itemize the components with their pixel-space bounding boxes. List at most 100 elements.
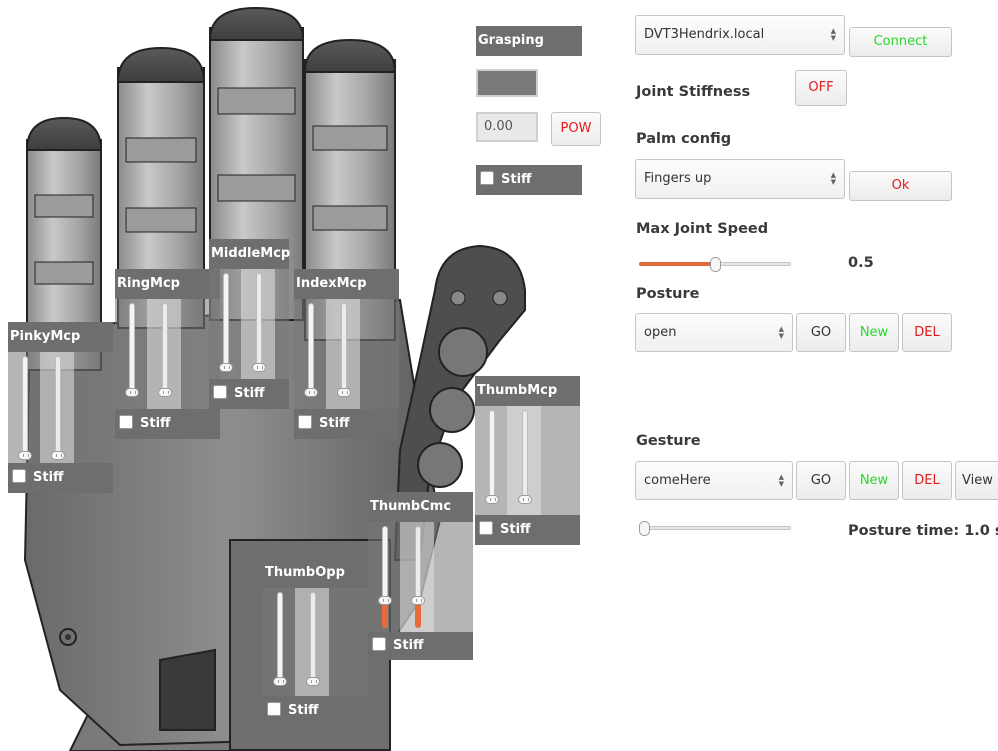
slider-track xyxy=(22,356,28,460)
pow-button[interactable]: POW xyxy=(551,112,601,146)
slider-handle[interactable] xyxy=(158,388,172,397)
gesture-select-value: comeHere xyxy=(644,473,711,488)
joint-stiff-checkbox[interactable] xyxy=(119,415,133,429)
joint-title: ThumbMcp xyxy=(475,376,580,406)
posture-del-button[interactable]: DEL xyxy=(902,313,952,352)
posture-time-handle[interactable] xyxy=(639,521,650,536)
joint-target-slider[interactable] xyxy=(273,592,287,686)
max-speed-handle[interactable] xyxy=(709,257,721,272)
host-select[interactable]: DVT3Hendrix.local ▲ ▼ xyxy=(635,15,845,55)
slider-handle[interactable] xyxy=(125,388,139,397)
joint-title: MiddleMcp xyxy=(209,239,290,269)
posture-label: Posture xyxy=(636,286,700,302)
slider-track xyxy=(341,303,347,397)
joint-position-slider[interactable] xyxy=(158,303,172,397)
select-arrows-icon: ▲ ▼ xyxy=(830,171,836,186)
joint-stiffness-label: Joint Stiffness xyxy=(636,84,751,100)
max-speed-slider[interactable] xyxy=(639,257,791,272)
joint-target-slider[interactable] xyxy=(485,410,499,504)
select-arrows-icon: ▲ ▼ xyxy=(778,473,784,488)
joint-stiff-checkbox[interactable] xyxy=(479,521,493,535)
joint-stiff-row: Stiff xyxy=(115,409,220,439)
joint-stiff-label: Stiff xyxy=(234,386,265,401)
gesture-select[interactable]: comeHere ▲ ▼ xyxy=(635,461,793,500)
gesture-go-button[interactable]: GO xyxy=(796,461,846,500)
posture-go-button[interactable]: GO xyxy=(796,313,846,352)
joint-stiff-checkbox[interactable] xyxy=(12,469,26,483)
posture-new-button[interactable]: New xyxy=(849,313,899,352)
slider-handle[interactable] xyxy=(18,451,32,460)
joint-stiffness-toggle[interactable]: OFF xyxy=(795,70,847,106)
grasp-stiff-label: Stiff xyxy=(501,172,532,187)
palm-config-label: Palm config xyxy=(636,131,732,147)
slider-track xyxy=(256,273,262,372)
posture-time-label: Posture time: 1.0 s xyxy=(848,523,998,539)
joint-stiff-row: Stiff xyxy=(475,515,580,545)
slider-handle[interactable] xyxy=(518,495,532,504)
grasp-stiff-checkbox[interactable] xyxy=(480,171,494,185)
joint-title: ThumbOpp xyxy=(263,558,368,588)
joint-position-slider[interactable] xyxy=(411,526,425,628)
slider-handle[interactable] xyxy=(411,595,425,605)
joint-position-slider[interactable] xyxy=(337,303,351,397)
gesture-new-button[interactable]: New xyxy=(849,461,899,500)
slider-handle[interactable] xyxy=(337,388,351,397)
joint-stiff-label: Stiff xyxy=(319,416,350,431)
gesture-label: Gesture xyxy=(636,433,701,449)
host-select-value: DVT3Hendrix.local xyxy=(644,27,765,42)
joint-title: PinkyMcp xyxy=(8,322,113,352)
slider-track xyxy=(310,592,316,686)
slider-handle[interactable] xyxy=(306,677,320,686)
max-speed-fill xyxy=(639,262,715,266)
select-arrows-icon: ▲ ▼ xyxy=(830,27,836,42)
joint-target-slider[interactable] xyxy=(219,273,233,372)
joint-stiff-row: Stiff xyxy=(263,696,368,726)
joint-stiff-row: Stiff xyxy=(8,463,113,493)
slider-handle[interactable] xyxy=(252,363,266,372)
joint-stiff-label: Stiff xyxy=(393,638,424,653)
joint-position-slider[interactable] xyxy=(518,410,532,504)
joint-stiff-row: Stiff xyxy=(368,632,473,660)
joint-stiff-checkbox[interactable] xyxy=(298,415,312,429)
posture-select-value: open xyxy=(644,325,677,340)
slider-track xyxy=(129,303,135,397)
joint-target-slider[interactable] xyxy=(18,356,32,460)
grasp-title: Grasping xyxy=(476,26,582,56)
slider-handle[interactable] xyxy=(378,595,392,605)
joint-stiff-checkbox[interactable] xyxy=(213,385,227,399)
joint-stiff-label: Stiff xyxy=(288,703,319,718)
palm-config-value: Fingers up xyxy=(644,171,712,186)
slider-handle[interactable] xyxy=(51,451,65,460)
joint-stiff-label: Stiff xyxy=(140,416,171,431)
slider-handle[interactable] xyxy=(273,677,287,686)
posture-select[interactable]: open ▲ ▼ xyxy=(635,313,793,352)
joint-stiff-checkbox[interactable] xyxy=(372,637,386,651)
palm-config-select[interactable]: Fingers up ▲ ▼ xyxy=(635,159,845,199)
connect-button[interactable]: Connect xyxy=(849,27,952,57)
posture-time-slider[interactable] xyxy=(639,521,791,536)
slider-track xyxy=(277,592,283,686)
joint-target-slider[interactable] xyxy=(304,303,318,397)
joint-target-slider[interactable] xyxy=(125,303,139,397)
max-speed-label: Max Joint Speed xyxy=(636,221,769,237)
slider-track xyxy=(522,410,528,504)
posture-time-track xyxy=(639,526,791,530)
slider-handle[interactable] xyxy=(485,495,499,504)
joint-title: ThumbCmc xyxy=(368,492,473,522)
grasp-indicator xyxy=(476,69,538,97)
joint-target-slider[interactable] xyxy=(378,526,392,628)
palm-ok-button[interactable]: Ok xyxy=(849,171,952,201)
joint-position-slider[interactable] xyxy=(51,356,65,460)
joint-stiff-row: Stiff xyxy=(209,379,289,409)
joint-stiff-label: Stiff xyxy=(33,470,64,485)
select-arrows-icon: ▲ ▼ xyxy=(778,325,784,340)
gesture-del-button[interactable]: DEL xyxy=(902,461,952,500)
joint-position-slider[interactable] xyxy=(252,273,266,372)
grasp-value-field[interactable]: 0.00 xyxy=(476,112,538,142)
slider-track xyxy=(308,303,314,397)
joint-position-slider[interactable] xyxy=(306,592,320,686)
joint-stiff-checkbox[interactable] xyxy=(267,702,281,716)
slider-handle[interactable] xyxy=(219,363,233,372)
slider-handle[interactable] xyxy=(304,388,318,397)
gesture-view-button[interactable]: View xyxy=(955,461,998,500)
